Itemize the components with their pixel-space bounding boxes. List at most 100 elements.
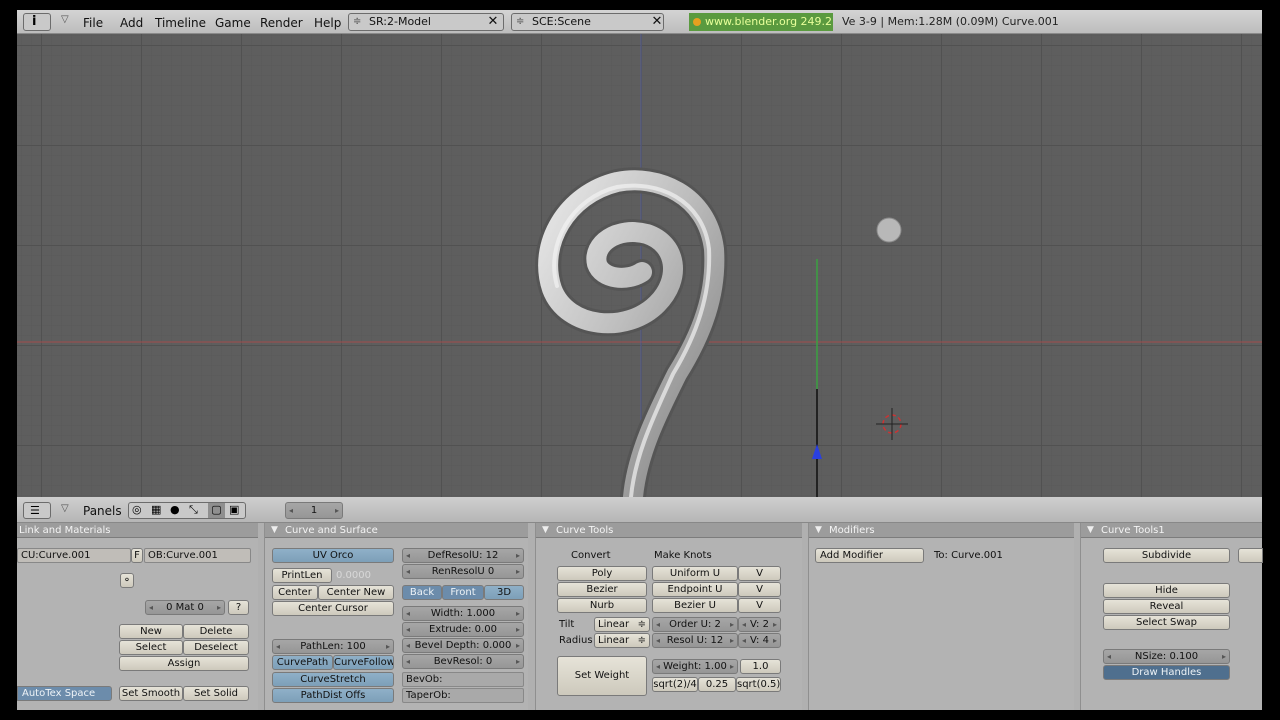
menu-help[interactable]: Help	[314, 15, 341, 31]
nurb-button[interactable]: Nurb	[557, 598, 647, 613]
browse-icon[interactable]: ≑	[516, 14, 524, 30]
printlen-button[interactable]: PrintLen	[272, 568, 332, 583]
scene-name[interactable]: SCE:Scene	[532, 14, 591, 30]
weight-sqrt05-button[interactable]: sqrt(0.5)	[736, 677, 781, 692]
curve-object[interactable]	[535, 167, 728, 497]
tilt-interp-dropdown[interactable]: Linear ≑	[594, 617, 650, 632]
order-v-value[interactable]: V: 2	[750, 619, 769, 630]
center-button[interactable]: Center	[272, 585, 318, 600]
screen-browse-field[interactable]: ≑ SR:2-Model	[348, 13, 504, 31]
center-cursor-button[interactable]: Center Cursor	[272, 601, 394, 616]
blender-url-link[interactable]: www.blender.org 249.2	[689, 13, 833, 31]
menu-timeline[interactable]: Timeline	[155, 15, 206, 31]
width-value[interactable]: Width: 1.000	[431, 608, 495, 619]
viewport-canvas[interactable]	[17, 34, 1262, 497]
endpoint-v-button[interactable]: V	[738, 582, 781, 597]
3d-toggle[interactable]: 3D	[484, 585, 524, 600]
reveal-button[interactable]: Reveal	[1103, 599, 1230, 614]
delete-screen-button[interactable]: ✕	[484, 13, 502, 31]
assign-material-button[interactable]: Assign	[119, 656, 249, 671]
bevob-field[interactable]: BevOb:	[402, 672, 524, 687]
front-toggle[interactable]: Front	[442, 585, 484, 600]
delete-material-button[interactable]: Delete	[183, 624, 249, 639]
width-field[interactable]: ◂ Width: 1.000 ▸	[402, 606, 524, 621]
defresolu-field[interactable]: ◂ DefResolU: 12 ▸	[402, 548, 524, 563]
bevresol-value[interactable]: BevResol: 0	[434, 656, 493, 667]
3d-viewport[interactable]	[17, 34, 1262, 497]
delete-scene-button[interactable]: ✕	[648, 13, 666, 31]
select-material-button[interactable]: Select	[119, 640, 183, 655]
set-weight-button[interactable]: Set Weight	[557, 656, 647, 696]
fake-user-button[interactable]: F	[131, 548, 143, 563]
renresolu-value[interactable]: RenResolU 0	[432, 566, 495, 577]
object-name-field[interactable]: OB:Curve.001	[144, 548, 251, 563]
script-context-icon[interactable]: ▦	[151, 503, 161, 516]
collapse-triangle-icon[interactable]: ▼	[271, 523, 278, 538]
hide-button[interactable]: Hide	[1103, 583, 1230, 598]
set-smooth-button[interactable]: Set Smooth	[119, 686, 183, 701]
nsize-field[interactable]: ◂ NSize: 0.100 ▸	[1103, 649, 1230, 664]
material-index-field[interactable]: ◂ 0 Mat 0 ▸	[145, 600, 225, 615]
weight-sqrt2-4-button[interactable]: sqrt(2)/4	[652, 677, 698, 692]
center-new-button[interactable]: Center New	[318, 585, 394, 600]
bevel-depth-value[interactable]: Bevel Depth: 0.000	[415, 640, 512, 651]
pathlen-field[interactable]: ◂ PathLen: 100 ▸	[272, 639, 394, 654]
bevresol-field[interactable]: ◂ BevResol: 0 ▸	[402, 654, 524, 669]
collapse-triangle-icon[interactable]: ▼	[542, 523, 549, 538]
object-context-icon[interactable]: ⤡	[189, 503, 198, 517]
url-text[interactable]: www.blender.org 249.2	[705, 15, 832, 28]
draw-handles-toggle[interactable]: Draw Handles	[1103, 665, 1230, 680]
curve-name-field[interactable]: CU:Curve.001	[17, 548, 131, 563]
pathlen-value[interactable]: PathLen: 100	[300, 641, 366, 652]
bezier-button[interactable]: Bezier	[557, 582, 647, 597]
pathdist-offs-toggle[interactable]: PathDist Offs	[272, 688, 394, 703]
tilt-interp-value[interactable]: Linear	[598, 619, 629, 630]
resol-u-value[interactable]: Resol U: 12	[667, 635, 724, 646]
back-toggle[interactable]: Back	[402, 585, 442, 600]
logic-context-icon[interactable]: ◎	[132, 503, 142, 516]
menu-render[interactable]: Render	[260, 15, 303, 31]
menu-file[interactable]: File	[83, 15, 103, 31]
renresolu-field[interactable]: ◂ RenResolU 0 ▸	[402, 564, 524, 579]
collapse-menu-icon[interactable]: ▽	[61, 14, 69, 25]
editing-context-icon[interactable]: ▢	[208, 503, 225, 518]
set-solid-button[interactable]: Set Solid	[183, 686, 249, 701]
browse-icon[interactable]: ≑	[353, 14, 361, 30]
deselect-material-button[interactable]: Deselect	[183, 640, 249, 655]
resol-v-field[interactable]: ◂ V: 4 ▸	[738, 633, 781, 648]
add-modifier-button[interactable]: Add Modifier	[815, 548, 924, 563]
collapse-triangle-icon[interactable]: ▼	[1087, 523, 1094, 538]
taperob-field[interactable]: TaperOb:	[402, 688, 524, 703]
shading-context-icon[interactable]: ●	[170, 503, 180, 516]
extrude-field[interactable]: ◂ Extrude: 0.00 ▸	[402, 622, 524, 637]
switch-direction-button[interactable]	[1238, 548, 1263, 563]
order-v-field[interactable]: ◂ V: 2 ▸	[738, 617, 781, 632]
order-u-field[interactable]: ◂ Order U: 2 ▸	[652, 617, 738, 632]
uniform-v-button[interactable]: V	[738, 566, 781, 581]
curvefollow-toggle[interactable]: CurveFollow	[333, 655, 394, 670]
collapse-header-icon[interactable]: ▽	[61, 503, 69, 514]
poly-button[interactable]: Poly	[557, 566, 647, 581]
curvepath-toggle[interactable]: CurvePath	[272, 655, 333, 670]
scene-context-icon[interactable]: ▣	[229, 503, 239, 516]
resol-u-field[interactable]: ◂ Resol U: 12 ▸	[652, 633, 738, 648]
weight-field[interactable]: ◂ Weight: 1.00 ▸	[652, 659, 738, 674]
uv-orco-toggle[interactable]: UV Orco	[272, 548, 394, 563]
radius-interp-dropdown[interactable]: Linear ≑	[594, 633, 650, 648]
window-type-icon[interactable]: i	[23, 13, 51, 31]
material-help-button[interactable]: ?	[228, 600, 249, 615]
select-swap-button[interactable]: Select Swap	[1103, 615, 1230, 630]
subdivide-button[interactable]: Subdivide	[1103, 548, 1230, 563]
radius-interp-value[interactable]: Linear	[598, 635, 629, 646]
menu-game[interactable]: Game	[215, 15, 251, 31]
resol-v-value[interactable]: V: 4	[750, 635, 769, 646]
scene-browse-field[interactable]: ≑ SCE:Scene	[511, 13, 664, 31]
window-type-icon[interactable]: ☰	[23, 502, 51, 519]
nsize-value[interactable]: NSize: 0.100	[1135, 651, 1198, 662]
weight-value[interactable]: Weight: 1.00	[663, 661, 727, 672]
order-u-value[interactable]: Order U: 2	[669, 619, 721, 630]
screen-name[interactable]: SR:2-Model	[369, 14, 431, 30]
weight-1-button[interactable]: 1.0	[740, 659, 781, 674]
bezier-v-button[interactable]: V	[738, 598, 781, 613]
collapse-triangle-icon[interactable]: ▼	[815, 523, 822, 538]
